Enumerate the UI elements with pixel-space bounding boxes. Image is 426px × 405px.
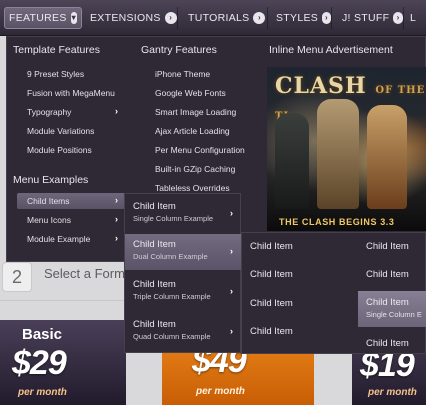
flyout-item-single-column[interactable]: Child Item Single Column Example ›: [125, 196, 241, 232]
menu-tutorials-label: TUTORIALS: [188, 12, 250, 24]
child-item-link-active[interactable]: Child Item Single Column E: [358, 291, 426, 327]
child-item-link[interactable]: Child Item: [366, 269, 409, 280]
menu-tutorials[interactable]: TUTORIALS ›: [188, 7, 268, 29]
menu-link[interactable]: Typography: [27, 107, 71, 117]
menu-link[interactable]: Fusion with MegaMenu: [27, 88, 115, 98]
chevron-right-icon: ›: [164, 12, 177, 24]
menu-link[interactable]: Tableless Overrides: [155, 183, 230, 193]
plan-period: per month: [368, 387, 417, 398]
chevron-right-icon: ›: [393, 12, 403, 24]
chevron-right-icon: ›: [115, 233, 118, 243]
child-item-link[interactable]: Child Item: [366, 338, 409, 349]
child-item-subtitle: Single Column E: [366, 310, 422, 319]
menu-jstuff[interactable]: J! STUFF ›: [342, 7, 404, 29]
plan-card-basic[interactable]: Basic $29 per month: [0, 320, 126, 405]
plan-period: per month: [196, 386, 245, 397]
child-items-flyout: Child Item Single Column Example › Child…: [124, 193, 241, 353]
dual-column-flyout: Child Item Child Item Child Item Child I…: [241, 232, 426, 354]
ad-figure: [317, 99, 359, 209]
main-menu-bar: FEATURES ▾ EXTENSIONS › TUTORIALS › STYL…: [0, 0, 426, 36]
plan-price: $29: [12, 344, 67, 382]
child-item-link[interactable]: Child Item: [250, 298, 293, 309]
child-item-title: Child Item: [366, 297, 409, 308]
flyout-item-title: Child Item: [133, 319, 176, 330]
ad-tagline: THE CLASH BEGINS 3.3: [279, 217, 395, 227]
flyout-item-quad-column[interactable]: Child Item Quad Column Example ›: [125, 314, 241, 350]
menu-styles-label: STYLES: [276, 12, 319, 24]
menu-link[interactable]: 9 Preset Styles: [27, 69, 84, 79]
movie-advertisement[interactable]: CLASH OF THE TI THE CLASH BEGINS 3.3: [267, 67, 426, 231]
menu-link[interactable]: Module Variations: [27, 126, 94, 136]
menu-truncated[interactable]: L: [410, 7, 426, 29]
form-title: Select a Form: [44, 266, 125, 281]
flyout-item-subtitle: Triple Column Example: [133, 292, 211, 301]
menu-examples-heading: Menu Examples: [13, 174, 89, 186]
ad-heading: Inline Menu Advertisement: [269, 44, 393, 56]
chevron-right-icon: ›: [230, 286, 233, 296]
flyout-item-title: Child Item: [133, 201, 176, 212]
menu-link[interactable]: Menu Icons: [27, 215, 71, 225]
menu-link[interactable]: Built-in GZip Caching: [155, 164, 235, 174]
chevron-right-icon: ›: [115, 195, 118, 205]
flyout-item-triple-column[interactable]: Child Item Triple Column Example ›: [125, 274, 241, 310]
flyout-item-subtitle: Dual Column Example: [133, 252, 208, 261]
chevron-right-icon: ›: [115, 214, 118, 224]
child-item-link[interactable]: Child Item: [366, 241, 409, 252]
ad-figure: [275, 113, 309, 209]
menu-jstuff-label: J! STUFF: [342, 12, 390, 24]
chevron-down-icon: ▾: [70, 12, 77, 24]
menu-styles[interactable]: STYLES ›: [276, 7, 332, 29]
flyout-item-title: Child Item: [133, 239, 176, 250]
chevron-right-icon: ›: [115, 106, 118, 116]
flyout-item-title: Child Item: [133, 279, 176, 290]
menu-extensions-label: EXTENSIONS: [90, 12, 161, 24]
child-item-link[interactable]: Child Item: [250, 241, 293, 252]
menu-extensions[interactable]: EXTENSIONS ›: [90, 7, 178, 29]
menu-link-child-items[interactable]: Child Items: [27, 196, 70, 206]
menu-features[interactable]: FEATURES ▾: [4, 7, 82, 29]
flyout-item-dual-column[interactable]: Child Item Dual Column Example ›: [125, 234, 241, 270]
step-badge: 2: [2, 262, 32, 292]
menu-link[interactable]: Google Web Fonts: [155, 88, 226, 98]
plan-period: per month: [18, 387, 67, 398]
menu-link[interactable]: iPhone Theme: [155, 69, 210, 79]
chevron-right-icon: ›: [230, 208, 233, 218]
menu-link[interactable]: Per Menu Configuration: [155, 145, 245, 155]
menu-link[interactable]: Module Positions: [27, 145, 92, 155]
menu-link[interactable]: Ajax Article Loading: [155, 126, 230, 136]
menu-truncated-label: L: [410, 12, 417, 24]
menu-link[interactable]: Module Example: [27, 234, 90, 244]
flyout-item-subtitle: Single Column Example: [133, 214, 214, 223]
ad-figure: [367, 105, 407, 209]
child-item-link[interactable]: Child Item: [250, 269, 293, 280]
chevron-right-icon: ›: [230, 326, 233, 336]
flyout-item-subtitle: Quad Column Example: [133, 332, 211, 341]
chevron-right-icon: ›: [322, 12, 331, 24]
menu-features-label: FEATURES: [9, 12, 67, 24]
child-item-link[interactable]: Child Item: [250, 326, 293, 337]
chevron-right-icon: ›: [230, 246, 233, 256]
menu-link[interactable]: Smart Image Loading: [155, 107, 236, 117]
chevron-right-icon: ›: [253, 12, 266, 24]
template-features-heading: Template Features: [13, 44, 100, 56]
gantry-features-heading: Gantry Features: [141, 44, 217, 56]
plan-name: Basic: [22, 326, 63, 343]
